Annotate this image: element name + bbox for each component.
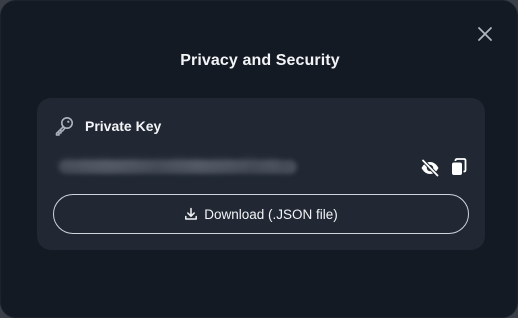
download-json-button[interactable]: Download (.JSON file) xyxy=(53,194,469,234)
copy-icon xyxy=(452,158,467,175)
copy-button[interactable] xyxy=(451,158,467,176)
private-key-value: e5c8d1f0a94b2e7c6f3d8a1b9e4f7c2d xyxy=(59,156,278,171)
download-icon xyxy=(184,207,198,221)
eye-off-icon xyxy=(421,159,440,177)
close-button[interactable] xyxy=(476,25,494,43)
private-key-card: Private Key e5c8d1f0a94b2e7c6f3d8a1b9e4f… xyxy=(37,98,485,250)
key-icon xyxy=(53,115,75,137)
download-button-label: Download (.JSON file) xyxy=(204,206,338,222)
modal-title: Privacy and Security xyxy=(180,52,340,69)
privacy-security-modal: Privacy and Security Private Key e5c8d1f… xyxy=(0,0,518,318)
private-key-label: Private Key xyxy=(85,118,162,134)
toggle-visibility-button[interactable] xyxy=(420,159,440,177)
close-icon xyxy=(478,27,492,41)
